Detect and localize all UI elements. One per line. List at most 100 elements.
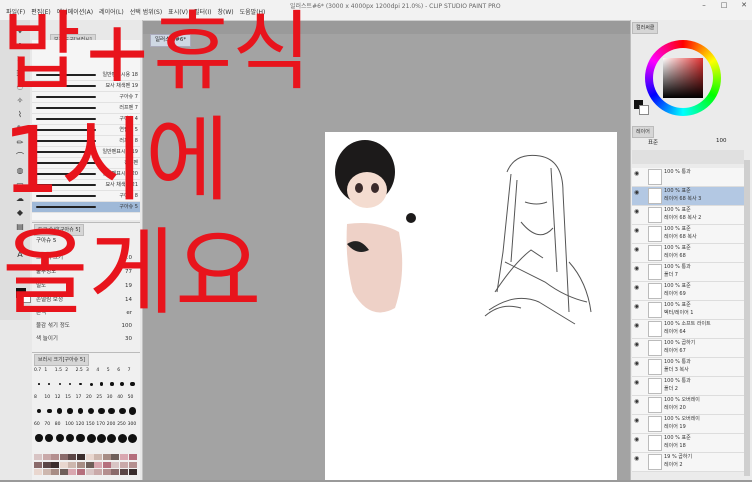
brush-size-cell[interactable]: 0.7 [34, 368, 44, 394]
close-icon[interactable]: ✕ [734, 0, 752, 10]
layer-row[interactable]: ◉ 100 % 통과 [632, 168, 744, 187]
layer-row[interactable]: ◉ 100 % 오버레이 레이어 20 [632, 396, 744, 415]
brush-size-cell[interactable]: 100 [65, 422, 75, 448]
color-swatch[interactable] [94, 469, 103, 475]
color-swatch[interactable] [42, 469, 51, 475]
eye-icon[interactable]: ◉ [634, 227, 639, 235]
eye-icon[interactable]: ◉ [634, 417, 639, 425]
color-swatch[interactable] [42, 461, 51, 468]
eye-icon[interactable]: ◉ [634, 284, 639, 292]
maximize-icon[interactable]: □ [714, 0, 734, 10]
color-swatch[interactable] [102, 469, 111, 475]
brush-size-cell[interactable]: 2.5 [76, 368, 86, 394]
layer-panel-tab[interactable]: 레이어 [632, 126, 654, 138]
color-swatch[interactable] [77, 461, 85, 468]
color-swatch[interactable] [85, 454, 94, 460]
color-swatch[interactable] [34, 461, 42, 468]
brush-size-cell[interactable]: 170 [96, 422, 106, 448]
color-swatch[interactable] [102, 454, 111, 460]
layer-row[interactable]: ◉ 100 % 표준 레이어 68 복사 2 [632, 206, 744, 225]
brush-size-cell[interactable]: 15 [65, 395, 75, 421]
eye-icon[interactable]: ◉ [634, 170, 639, 178]
minimize-icon[interactable]: – [694, 0, 714, 10]
color-swatch[interactable] [111, 461, 120, 468]
color-swatch[interactable] [51, 469, 60, 475]
color-wheel-tab[interactable]: 컬러써클 [632, 22, 659, 34]
layer-row[interactable]: ◉ 100 % 표준 레이어 18 [632, 434, 744, 453]
brush-size-cell[interactable]: 200 [107, 422, 117, 448]
brush-size-cell[interactable]: 20 [86, 395, 96, 421]
color-swatch[interactable] [120, 469, 128, 475]
brush-size-cell[interactable]: 50 [128, 395, 138, 421]
color-swatch[interactable] [94, 461, 103, 468]
color-swatch[interactable] [68, 469, 77, 475]
eye-icon[interactable]: ◉ [634, 303, 639, 311]
layer-row[interactable]: ◉ 100 % 통과 폴더 2 [632, 377, 744, 396]
color-swatch[interactable] [128, 469, 137, 475]
color-swatch[interactable] [34, 454, 42, 460]
brush-size-cell[interactable]: 2 [65, 368, 75, 394]
eye-icon[interactable]: ◉ [634, 436, 639, 444]
canvas-paper[interactable] [325, 132, 617, 480]
color-swatch[interactable] [68, 461, 77, 468]
brush-size-cell[interactable]: 6 [117, 368, 127, 394]
color-swatch[interactable] [59, 454, 68, 460]
color-swatch[interactable] [77, 454, 85, 460]
layer-row[interactable]: ◉ 19 % 곱하기 레이어 2 [632, 453, 744, 472]
color-swatch[interactable] [68, 454, 77, 460]
layer-row[interactable]: ◉ 100 % 표준 레이어 68 복사 [632, 225, 744, 244]
brush-size-cell[interactable]: 150 [86, 422, 96, 448]
eye-icon[interactable]: ◉ [634, 379, 639, 387]
brush-size-cell[interactable]: 7 [128, 368, 138, 394]
layer-opacity[interactable]: 100 [716, 138, 727, 144]
eye-icon[interactable]: ◉ [634, 246, 639, 254]
brush-size-cell[interactable]: 17 [76, 395, 86, 421]
brush-size-cell[interactable]: 25 [96, 395, 106, 421]
layer-row-selected[interactable]: ◉ 100 % 표준 레이어 68 복사 3 [632, 187, 744, 206]
color-swatch[interactable] [120, 461, 128, 468]
color-swatch[interactable] [59, 461, 68, 468]
layer-row[interactable]: ◉ 100 % 오버레이 레이어 19 [632, 415, 744, 434]
color-swatch[interactable] [51, 454, 60, 460]
brush-size-cell[interactable]: 1 [44, 368, 54, 394]
color-swatch[interactable] [111, 469, 120, 475]
color-sub-swatch[interactable] [639, 105, 649, 115]
color-swatch[interactable] [94, 454, 103, 460]
prop-color-stretch[interactable]: 색 늘이기 30 [36, 333, 136, 345]
layer-row[interactable]: ◉ 100 % 표준 레이어 69 [632, 282, 744, 301]
layer-row[interactable]: ◉ 100 % 소프트 라이트 레이어 64 [632, 320, 744, 339]
blend-mode-select[interactable]: 표준 [648, 138, 658, 146]
color-swatch[interactable] [42, 454, 51, 460]
color-swatch[interactable] [128, 461, 137, 468]
eye-icon[interactable]: ◉ [634, 265, 639, 273]
brush-size-cell[interactable]: 4 [96, 368, 106, 394]
brush-size-cell[interactable]: 250 [117, 422, 127, 448]
eye-icon[interactable]: ◉ [634, 208, 639, 216]
eye-icon[interactable]: ◉ [634, 360, 639, 368]
brush-size-cell[interactable]: 8 [34, 395, 44, 421]
brush-size-cell[interactable]: 40 [117, 395, 127, 421]
layer-row[interactable]: ◉ 100 % 표준 레이어 68 [632, 244, 744, 263]
saturation-square[interactable] [663, 58, 703, 98]
brush-size-cell[interactable]: 70 [44, 422, 54, 448]
layer-row[interactable]: ◉ 100 % 통과 폴더 3 복사 [632, 358, 744, 377]
color-swatch[interactable] [77, 469, 85, 475]
brush-size-cell[interactable]: 3 [86, 368, 96, 394]
eye-icon[interactable]: ◉ [634, 189, 639, 197]
brush-size-cell[interactable]: 120 [76, 422, 86, 448]
eye-icon[interactable]: ◉ [634, 322, 639, 330]
color-swatch[interactable] [111, 454, 120, 460]
brush-size-cell[interactable]: 1.5 [55, 368, 65, 394]
brush-size-tab[interactable]: 브러시 크기[구아슈 5] [34, 354, 90, 366]
layer-row[interactable]: ◉ 100 % 통과 폴더 7 [632, 263, 744, 282]
brush-size-cell[interactable]: 5 [107, 368, 117, 394]
brush-size-cell[interactable]: 300 [128, 422, 138, 448]
eye-icon[interactable]: ◉ [634, 455, 639, 463]
color-swatch[interactable] [85, 469, 94, 475]
brush-size-cell[interactable]: 30 [107, 395, 117, 421]
layer-row[interactable]: ◉ 100 % 곱하기 레이어 67 [632, 339, 744, 358]
color-swatch[interactable] [128, 454, 137, 460]
brush-size-cell[interactable]: 60 [34, 422, 44, 448]
color-swatch[interactable] [102, 461, 111, 468]
brush-size-cell[interactable]: 12 [55, 395, 65, 421]
